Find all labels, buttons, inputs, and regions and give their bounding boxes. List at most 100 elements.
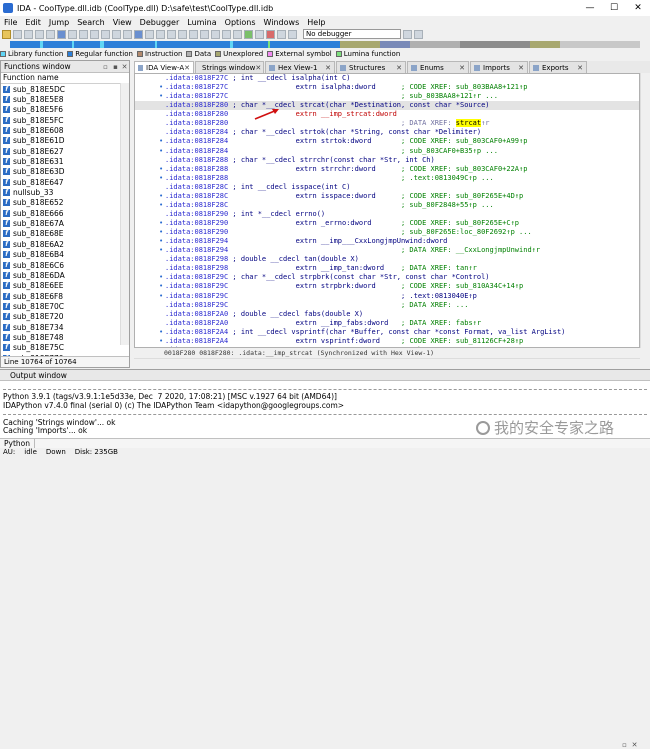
disasm-line[interactable]: • .idata:0818F27C extrn isalpha:dword ; C… bbox=[135, 83, 639, 92]
functions-scrollbar[interactable] bbox=[120, 83, 129, 345]
disasm-line[interactable]: .idata:0818F284 ; char *__cdecl strtok(c… bbox=[135, 128, 639, 137]
forward-icon[interactable] bbox=[35, 29, 44, 39]
disasm-horizontal-scrollbar[interactable] bbox=[134, 358, 640, 367]
menu-edit[interactable]: Edit bbox=[21, 18, 45, 27]
disassembly-view[interactable]: .idata:0818F27C ; int __cdecl isalpha(in… bbox=[134, 73, 640, 348]
tab-strings-window[interactable]: Strings window ✕ bbox=[195, 61, 264, 73]
function-row[interactable]: f sub_818E6DA bbox=[1, 270, 129, 280]
disasm-line[interactable]: • .idata:0818F290 extrn _errno:dword ; CO… bbox=[135, 219, 639, 228]
menu-file[interactable]: File bbox=[0, 18, 21, 27]
enum-icon[interactable] bbox=[211, 29, 220, 39]
func-icon[interactable] bbox=[156, 29, 165, 39]
minimize-button[interactable]: — bbox=[578, 0, 602, 16]
disasm-line[interactable]: • .idata:0818F288 extrn strrchr:dword ; C… bbox=[135, 165, 639, 174]
disasm-line[interactable]: .idata:0818F280 extrn __imp_strcat:dword bbox=[135, 110, 639, 119]
tab-structures[interactable]: Structures ✕ bbox=[336, 61, 406, 73]
debugger-select[interactable]: No debugger bbox=[303, 29, 401, 39]
breakpoint-icon[interactable] bbox=[288, 29, 297, 39]
menu-lumina[interactable]: Lumina bbox=[183, 18, 220, 27]
menu-view[interactable]: View bbox=[109, 18, 136, 27]
step-icon[interactable] bbox=[277, 29, 286, 39]
disasm-line[interactable]: • .idata:0818F294 extrn __imp___CxxLongjm… bbox=[135, 237, 639, 246]
disasm-line[interactable]: .idata:0818F298 extrn __imp_tan:dword ; … bbox=[135, 264, 639, 273]
function-row[interactable]: f sub_818E67A bbox=[1, 218, 129, 228]
pin-icon[interactable]: ▪ bbox=[111, 62, 120, 71]
function-row[interactable]: f sub_818E5E8 bbox=[1, 94, 129, 104]
function-row[interactable]: f sub_818E6A2 bbox=[1, 239, 129, 249]
binary-search-icon[interactable] bbox=[90, 29, 99, 39]
disasm-line[interactable]: • .idata:0818F284 ; sub_803CAF0+B35↑p ... bbox=[135, 147, 639, 156]
function-row[interactable]: f sub_818E652 bbox=[1, 198, 129, 208]
menu-search[interactable]: Search bbox=[73, 18, 108, 27]
function-row[interactable]: f sub_818E5FC bbox=[1, 115, 129, 125]
function-row[interactable]: f sub_818E631 bbox=[1, 156, 129, 166]
disasm-line[interactable]: .idata:0818F29C ; DATA XREF: ... bbox=[135, 301, 639, 310]
function-row[interactable]: f sub_818E5DC bbox=[1, 84, 129, 94]
xref-icon[interactable] bbox=[167, 29, 176, 39]
segments-icon[interactable] bbox=[200, 29, 209, 39]
disasm-line[interactable]: • .idata:0818F2A4 ; int __cdecl vsprintf(… bbox=[135, 328, 639, 337]
menu-windows[interactable]: Windows bbox=[260, 18, 304, 27]
close-icon[interactable]: ✕ bbox=[459, 64, 465, 72]
maximize-button[interactable]: ☐ bbox=[602, 0, 626, 16]
function-row[interactable]: f sub_818E63D bbox=[1, 167, 129, 177]
function-row[interactable]: f sub_818E720 bbox=[1, 312, 129, 322]
tab-enums[interactable]: Enums ✕ bbox=[407, 61, 469, 73]
disasm-line[interactable]: • .idata:0818F294 ; DATA XREF: __CxxLongj… bbox=[135, 246, 639, 255]
tab-hex-view-1[interactable]: Hex View-1 ✕ bbox=[265, 61, 335, 73]
close-icon[interactable]: ✕ bbox=[325, 64, 331, 72]
graph-icon[interactable] bbox=[134, 29, 143, 39]
code-icon[interactable] bbox=[101, 29, 110, 39]
disasm-line[interactable]: • .idata:0818F27C ; sub_803BAA8+121↑r ... bbox=[135, 92, 639, 101]
disasm-line[interactable]: .idata:0818F27C ; int __cdecl isalpha(in… bbox=[135, 74, 639, 83]
function-row[interactable]: f sub_818E5F6 bbox=[1, 105, 129, 115]
function-row[interactable]: f sub_818E68E bbox=[1, 229, 129, 239]
disasm-line[interactable]: • .idata:0818F288 ; .text:0813049C↑p ... bbox=[135, 174, 639, 183]
disasm-line[interactable]: • .idata:0818F28C ; sub_80F2848+55↑p ... bbox=[135, 201, 639, 210]
close-icon[interactable]: ✕ bbox=[630, 740, 639, 749]
navigation-band[interactable] bbox=[0, 40, 650, 49]
script-icon[interactable] bbox=[233, 29, 242, 39]
close-icon[interactable]: ✕ bbox=[184, 64, 190, 72]
disasm-line[interactable]: .idata:0818F28C ; int __cdecl isspace(in… bbox=[135, 183, 639, 192]
save-icon[interactable] bbox=[13, 29, 22, 39]
menu-debugger[interactable]: Debugger bbox=[136, 18, 184, 27]
function-row[interactable]: f sub_818E6C6 bbox=[1, 260, 129, 270]
function-row[interactable]: f sub_818E734 bbox=[1, 322, 129, 332]
function-row[interactable]: f nullsub_33 bbox=[1, 187, 129, 197]
debug-options-icon[interactable] bbox=[403, 29, 412, 39]
menu-help[interactable]: Help bbox=[303, 18, 329, 27]
disasm-line[interactable]: • .idata:0818F29C ; .text:0813040E↑p bbox=[135, 292, 639, 301]
disasm-line[interactable]: .idata:0818F280 ; char *__cdecl strcat(c… bbox=[135, 101, 639, 111]
function-row[interactable]: f sub_818E627 bbox=[1, 146, 129, 156]
jump-icon[interactable] bbox=[57, 29, 66, 39]
close-icon[interactable]: ✕ bbox=[396, 64, 402, 72]
disasm-vertical-scrollbar[interactable] bbox=[640, 73, 650, 348]
tab-imports[interactable]: Imports ✕ bbox=[470, 61, 528, 73]
menu-jump[interactable]: Jump bbox=[45, 18, 73, 27]
restore-icon[interactable]: ▫ bbox=[620, 740, 629, 749]
disasm-line[interactable]: • .idata:0818F29C extrn strpbrk:dword ; C… bbox=[135, 282, 639, 291]
text-search-icon[interactable] bbox=[79, 29, 88, 39]
function-row[interactable]: f sub_818E6EE bbox=[1, 281, 129, 291]
disasm-line[interactable]: .idata:0818F280 ; DATA XREF: strcat↑r bbox=[135, 119, 639, 128]
function-row[interactable]: f sub_818E608 bbox=[1, 125, 129, 135]
disasm-line[interactable]: • .idata:0818F29C ; char *__cdecl strpbrk… bbox=[135, 273, 639, 282]
disasm-line[interactable]: .idata:0818F2A0 ; double __cdecl fabs(do… bbox=[135, 310, 639, 319]
pause-icon[interactable] bbox=[255, 29, 264, 39]
restore-icon[interactable]: ▫ bbox=[101, 62, 110, 71]
function-row[interactable]: f sub_818E6F8 bbox=[1, 291, 129, 301]
function-row[interactable]: f sub_818E61D bbox=[1, 136, 129, 146]
tab-exports[interactable]: Exports ✕ bbox=[529, 61, 587, 73]
function-row[interactable]: f sub_818E647 bbox=[1, 177, 129, 187]
hex-icon[interactable] bbox=[145, 29, 154, 39]
disasm-line[interactable]: .idata:0818F290 ; int *__cdecl errno() bbox=[135, 210, 639, 219]
disasm-line[interactable]: • .idata:0818F284 extrn strtok:dword ; CO… bbox=[135, 137, 639, 146]
function-row[interactable]: f sub_818E748 bbox=[1, 332, 129, 342]
disasm-line[interactable]: • .idata:0818F28C extrn isspace:dword ; C… bbox=[135, 192, 639, 201]
search-icon[interactable] bbox=[68, 29, 77, 39]
struct-icon[interactable] bbox=[123, 29, 132, 39]
stop-icon[interactable] bbox=[266, 29, 275, 39]
back-icon[interactable] bbox=[24, 29, 33, 39]
close-icon[interactable]: ✕ bbox=[255, 64, 261, 72]
